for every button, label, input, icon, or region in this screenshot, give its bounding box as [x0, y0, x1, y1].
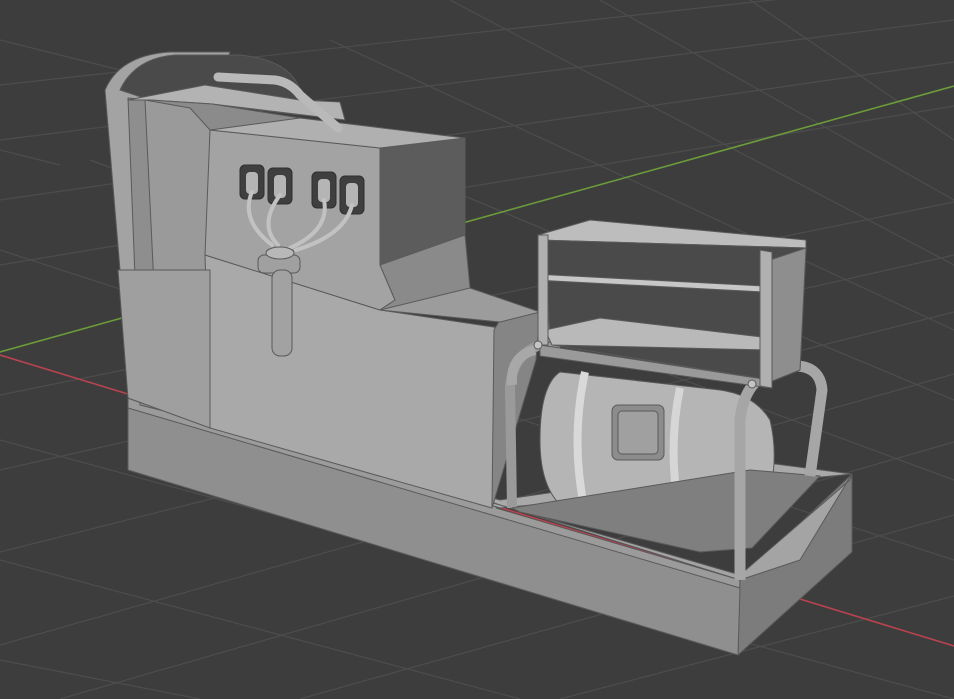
shelf-right-frame	[759, 249, 773, 389]
shelf-front-frame	[537, 234, 549, 346]
plug-shaft	[271, 269, 293, 357]
3d-viewport[interactable]	[0, 0, 954, 699]
generator-mesh[interactable]	[104, 51, 853, 656]
shelf-right-side	[769, 247, 807, 383]
viewport-canvas[interactable]	[0, 0, 954, 699]
plug-top	[265, 246, 295, 260]
